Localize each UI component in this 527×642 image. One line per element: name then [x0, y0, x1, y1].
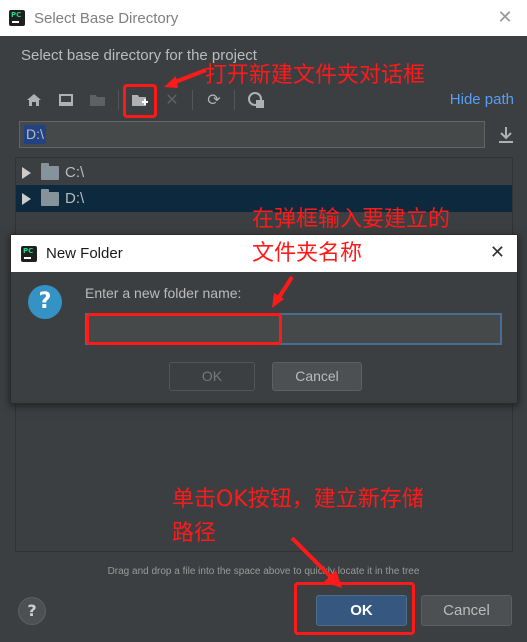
tree-item-c-drive[interactable]: C:\: [16, 159, 512, 186]
annotation-click-ok-line2: 路径: [172, 521, 217, 546]
annotation-box-ok-button: [294, 582, 415, 635]
path-input-value: D:\: [24, 125, 46, 144]
home-icon[interactable]: [22, 88, 46, 112]
show-hidden-icon[interactable]: [244, 88, 268, 112]
drag-drop-hint: Drag and drop a file into the space abov…: [107, 566, 420, 577]
folder-icon: [41, 188, 59, 206]
toolbar-separator: [118, 90, 119, 110]
delete-icon[interactable]: ✕: [160, 88, 184, 112]
path-input[interactable]: D:\: [19, 121, 485, 148]
toolbar-separator: [192, 90, 193, 110]
tree-item-label: D:\: [65, 190, 85, 207]
close-icon[interactable]: ✕: [495, 8, 515, 28]
annotation-open-dialog: 打开新建文件夹对话框: [205, 63, 426, 88]
annotation-input-name-line2: 文件夹名称: [252, 241, 363, 266]
project-folder-icon[interactable]: [86, 88, 110, 112]
refresh-icon[interactable]: ⟳: [202, 88, 226, 112]
new-folder-prompt: Enter a new folder name:: [85, 285, 242, 301]
desktop-icon[interactable]: [54, 88, 78, 112]
file-chooser-toolbar: ✕ ⟳ Hide path: [20, 86, 520, 114]
new-folder-title: New Folder: [46, 245, 123, 262]
annotation-arrow-icon: [164, 68, 207, 88]
pycharm-app-icon: PC: [21, 245, 37, 262]
annotation-input-name-line1: 在弹框输入要建立的: [252, 207, 451, 232]
new-folder-cancel-button[interactable]: Cancel: [272, 362, 362, 391]
window-title: Select Base Directory: [34, 9, 179, 27]
hide-path-link[interactable]: Hide path: [450, 91, 514, 108]
expand-arrow-icon[interactable]: [22, 166, 31, 179]
close-icon[interactable]: ✕: [490, 243, 505, 263]
window-titlebar: PC Select Base Directory ✕: [0, 0, 527, 36]
folder-icon: [41, 162, 59, 180]
question-icon: ?: [28, 285, 62, 319]
annotation-click-ok-line1: 单击OK按钮，建立新存储: [172, 487, 424, 512]
expand-arrow-icon[interactable]: [22, 192, 31, 205]
new-folder-ok-button[interactable]: OK: [169, 362, 255, 391]
pycharm-app-icon: PC: [9, 10, 25, 26]
tree-item-label: C:\: [65, 164, 85, 181]
toolbar-separator: [234, 90, 235, 110]
download-icon[interactable]: [496, 124, 516, 146]
annotation-box-new-folder: [123, 84, 157, 118]
cancel-button[interactable]: Cancel: [421, 595, 512, 626]
help-button[interactable]: ?: [18, 597, 46, 625]
annotation-arrow-icon: [272, 275, 294, 308]
annotation-box-folder-input: [86, 313, 282, 345]
